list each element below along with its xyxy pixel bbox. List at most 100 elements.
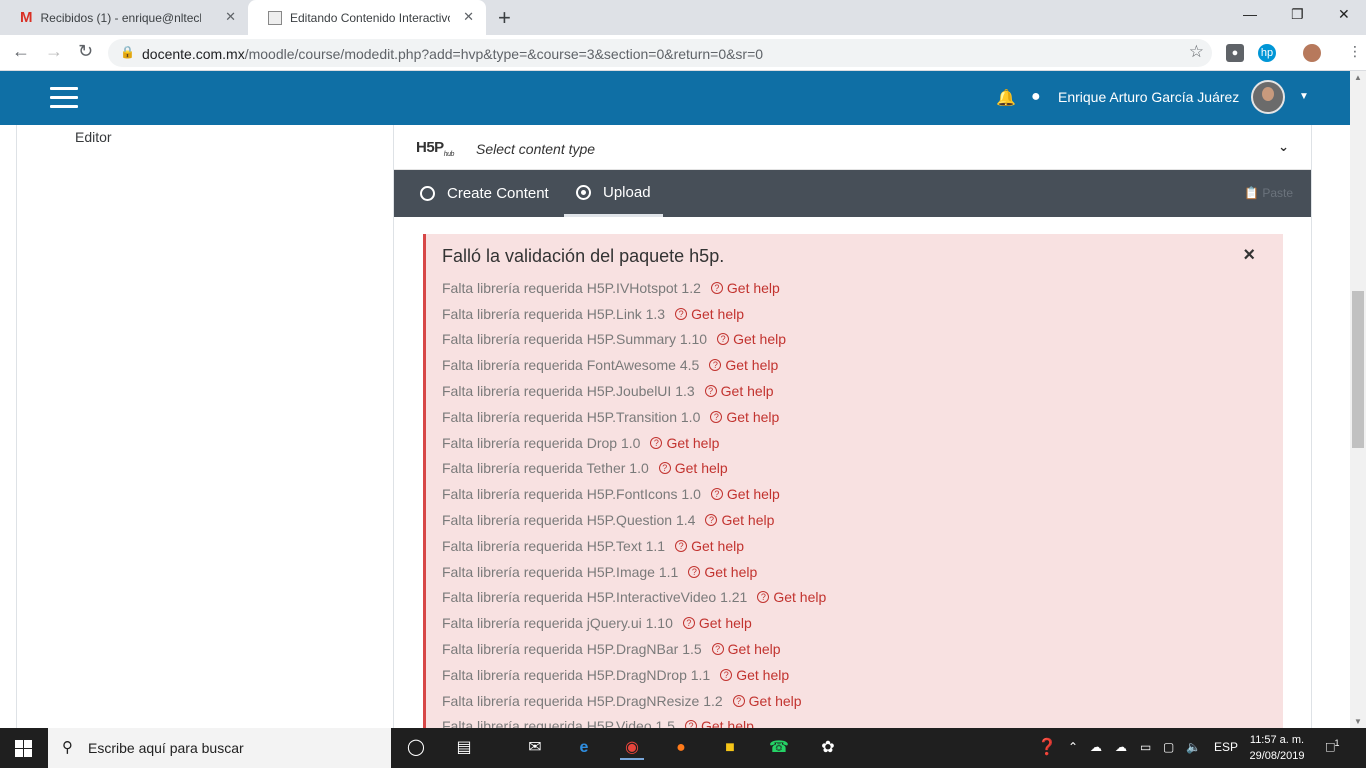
search-icon: ⚲	[62, 739, 73, 756]
missing-library-text: Falta librería requerida H5P.Text 1.1	[442, 537, 666, 554]
battery-icon[interactable]: ▭	[1140, 740, 1151, 754]
extension-icon[interactable]: ●	[1226, 44, 1244, 62]
chevron-up-icon[interactable]: ⌃	[1068, 740, 1078, 754]
close-icon[interactable]: ×	[1243, 244, 1255, 267]
error-list: Falta librería requerida H5P.IVHotspot 1…	[442, 275, 826, 739]
tab-editing-content[interactable]: Editando Contenido Interactivo ✕	[248, 0, 486, 35]
get-help-link[interactable]: ? Get help	[705, 512, 774, 528]
missing-library-text: Falta librería requerida H5P.FontIcons 1…	[442, 486, 701, 503]
network-icon[interactable]: ▢	[1163, 740, 1174, 754]
question-circle-icon: ?	[705, 514, 718, 527]
page-scrollbar[interactable]: ▲ ▼	[1350, 71, 1366, 728]
error-list-item: Falta librería requerida jQuery.ui 1.10?…	[442, 610, 826, 636]
get-help-link[interactable]: ? Get help	[710, 486, 780, 502]
error-list-item: Falta librería requerida FontAwesome 4.5…	[442, 352, 826, 378]
minimize-icon[interactable]: —	[1243, 6, 1257, 22]
volume-icon[interactable]: 🔈	[1186, 740, 1201, 754]
get-help-label: Get help	[748, 692, 802, 709]
menu-dots-icon[interactable]: ⋮	[1348, 43, 1362, 60]
tab-label: Upload	[603, 183, 651, 201]
get-help-label: Get help	[666, 434, 720, 451]
get-help-link[interactable]: ? Get help	[720, 667, 789, 683]
user-name[interactable]: Enrique Arturo García Juárez	[1058, 89, 1239, 105]
error-list-item: Falta librería requerida H5P.DragNResize…	[442, 688, 826, 714]
chrome-icon[interactable]: ◉	[620, 736, 644, 760]
maximize-icon[interactable]: ❐	[1291, 6, 1304, 23]
notification-center-icon[interactable]: □1	[1326, 738, 1339, 755]
get-help-label: Get help	[726, 279, 780, 296]
close-tab-icon[interactable]: ✕	[463, 9, 474, 25]
get-help-link[interactable]: ? Get help	[675, 538, 744, 554]
language-indicator[interactable]: ESP	[1214, 740, 1238, 754]
close-tab-icon[interactable]: ✕	[225, 9, 236, 25]
tab-gmail[interactable]: M Recibidos (1) - enrique@nltechnc ✕	[0, 0, 248, 35]
missing-library-text: Falta librería requerida H5P.Interactive…	[442, 589, 748, 606]
cloud-icon[interactable]: ☁	[1115, 740, 1127, 754]
radio-selected-icon	[576, 184, 591, 200]
help-icon[interactable]: ❓	[1037, 737, 1057, 757]
error-list-item: Falta librería requerida H5P.Image 1.1 ? G…	[442, 559, 826, 585]
edge-icon[interactable]: e	[572, 736, 596, 760]
get-help-link[interactable]: ? Get help	[709, 357, 778, 373]
new-tab-button[interactable]: +	[498, 5, 511, 31]
bell-icon[interactable]: 🔔	[996, 88, 1016, 108]
hp-extension-icon[interactable]: hp	[1258, 44, 1276, 62]
missing-library-text: Falta librería requerida Drop 1.0	[442, 434, 641, 451]
question-circle-icon: ?	[717, 333, 730, 346]
get-help-link[interactable]: ? Get help	[650, 435, 719, 451]
profile-avatar-icon[interactable]	[1303, 44, 1321, 62]
cortana-icon[interactable]: ◯	[404, 736, 428, 760]
get-help-link[interactable]: ? Get help	[757, 589, 826, 605]
outlook-icon[interactable]: ✉	[523, 736, 547, 760]
missing-library-text: Falta librería requerida H5P.Link 1.3	[442, 305, 666, 322]
back-icon[interactable]: ←	[12, 41, 30, 62]
get-help-link[interactable]: ? Get help	[717, 331, 786, 347]
chevron-down-icon[interactable]: ⌄	[1278, 139, 1289, 155]
windows-start-icon[interactable]	[15, 740, 32, 757]
get-help-link[interactable]: ? Get help	[675, 306, 744, 322]
window-close-icon[interactable]: ✕	[1338, 6, 1350, 23]
taskbar-search-input[interactable]: ⚲ Escribe aquí para buscar	[48, 728, 391, 768]
chat-icon[interactable]: ●	[1031, 88, 1041, 106]
missing-library-text: Falta librería requerida H5P.DragNResize…	[442, 692, 723, 709]
paste-button[interactable]: 📋 Paste	[1244, 186, 1293, 200]
scroll-up-icon[interactable]: ▲	[1354, 73, 1362, 82]
get-help-link[interactable]: ? Get help	[682, 615, 752, 631]
chevron-down-icon[interactable]: ▼	[1299, 91, 1309, 102]
missing-library-text: Falta librería requerida H5P.Image 1.1	[442, 563, 679, 580]
scrollbar-thumb[interactable]	[1352, 291, 1364, 448]
whatsapp-icon[interactable]: ☎	[767, 736, 791, 760]
firefox-icon[interactable]: ●	[669, 736, 693, 760]
h5p-hub-header[interactable]: H5Phub Select content type ⌄	[394, 125, 1311, 170]
scroll-down-icon[interactable]: ▼	[1354, 717, 1362, 726]
question-circle-icon: ?	[675, 307, 688, 320]
hamburger-menu-icon[interactable]	[50, 87, 78, 109]
get-help-label: Get help	[726, 408, 780, 425]
get-help-link[interactable]: ? Get help	[710, 279, 780, 296]
get-help-link[interactable]: ? Get help	[710, 409, 779, 425]
task-view-icon[interactable]: ▤	[452, 736, 476, 760]
bookmark-star-icon[interactable]: ☆	[1189, 42, 1204, 62]
tab-create-content[interactable]: Create Content	[420, 170, 549, 217]
error-list-item: Falta librería requerida Tether 1.0? Get …	[442, 456, 826, 482]
forward-icon[interactable]: →	[45, 41, 63, 62]
get-help-link[interactable]: ? Get help	[732, 692, 802, 709]
file-explorer-icon[interactable]: ■	[718, 736, 742, 760]
clock-date: 29/08/2019	[1249, 750, 1305, 762]
onedrive-icon[interactable]: ☁	[1090, 740, 1102, 754]
system-clock[interactable]: 11:57 a. m. 29/08/2019	[1248, 732, 1306, 764]
url-field[interactable]: 🔒 docente.com.mx/moodle/course/modedit.p…	[108, 39, 1212, 67]
get-help-link[interactable]: ? Get help	[711, 641, 781, 657]
get-help-link[interactable]: ? Get help	[704, 383, 774, 399]
get-help-link[interactable]: ? Get help	[688, 564, 757, 580]
reload-icon[interactable]: ↻	[78, 41, 93, 62]
url-text: docente.com.mx/moodle/course/modedit.php…	[142, 46, 764, 62]
h5p-hub-logo: H5Phub	[416, 139, 454, 158]
radio-icon	[420, 186, 435, 201]
get-help-link[interactable]: ? Get help	[658, 460, 728, 476]
paint-icon[interactable]: ✿	[816, 736, 840, 760]
question-circle-icon: ?	[710, 410, 723, 423]
missing-library-text: Falta librería requerida H5P.Question 1.…	[442, 512, 696, 529]
tab-upload[interactable]: Upload	[564, 170, 663, 217]
avatar[interactable]	[1251, 80, 1285, 114]
